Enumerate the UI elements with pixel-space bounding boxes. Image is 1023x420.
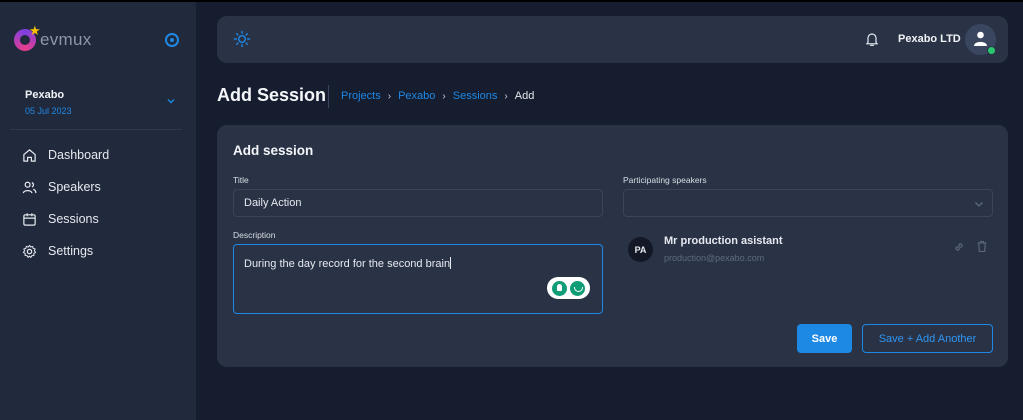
chevron-right-icon: › [387, 90, 392, 102]
sidebar-divider [10, 129, 182, 130]
sidebar-nav: Dashboard Speakers Sessions Settings [22, 145, 109, 273]
breadcrumb: Projects › Pexabo › Sessions › Add [341, 90, 534, 102]
speaker-email: production@pexabo.com [664, 253, 765, 263]
calendar-icon [23, 212, 36, 226]
description-value: During the day record for the second bra… [244, 258, 451, 270]
speaker-name: Mr production asistant [664, 235, 783, 247]
sidebar-item-settings[interactable]: Settings [22, 241, 109, 261]
speakers-select[interactable] [623, 189, 993, 217]
organization-switcher[interactable]: Pexabo 05 Jul 2023 [25, 89, 72, 116]
description-label: Description [233, 230, 276, 240]
trash-icon[interactable] [976, 240, 988, 253]
smile-icon [570, 280, 585, 296]
gear-icon [22, 244, 37, 258]
bell-icon[interactable] [864, 31, 880, 47]
sidebar-toggle-icon[interactable] [165, 33, 179, 47]
organization-date: 05 Jul 2023 [25, 106, 72, 116]
breadcrumb-sessions[interactable]: Sessions [453, 90, 498, 102]
card-title: Add session [233, 143, 314, 158]
logo-text: evmux [40, 30, 92, 49]
chevron-right-icon: › [442, 90, 446, 102]
title-input-value: Daily Action [244, 197, 302, 209]
add-session-card: Add session Title Daily Action Descripti… [217, 125, 1008, 367]
sidebar-item-speakers[interactable]: Speakers [22, 177, 109, 197]
title-label: Title [233, 175, 249, 185]
sidebar-item-label: Sessions [48, 212, 99, 226]
chevron-down-icon[interactable] [166, 96, 176, 109]
top-bar: Pexabo LTD [217, 16, 1008, 63]
breadcrumb-projects[interactable]: Projects [341, 90, 381, 102]
link-icon[interactable] [953, 241, 965, 253]
home-icon [23, 148, 36, 162]
sidebar-item-label: Dashboard [48, 148, 110, 162]
lightbulb-icon [552, 280, 567, 296]
company-name[interactable]: Pexabo LTD [898, 33, 961, 45]
breadcrumb-current: Add [514, 90, 535, 102]
sidebar-item-label: Settings [48, 244, 94, 258]
title-input[interactable]: Daily Action [233, 189, 603, 217]
sidebar-item-sessions[interactable]: Sessions [22, 209, 109, 229]
users-icon [22, 181, 37, 193]
sun-icon[interactable] [233, 30, 251, 48]
speakers-label: Participating speakers [623, 175, 707, 185]
star-icon: ★ [29, 23, 41, 38]
save-button[interactable]: Save [797, 324, 852, 353]
page-title: Add Session [217, 85, 327, 105]
sidebar-item-dashboard[interactable]: Dashboard [22, 145, 109, 165]
breadcrumb-pexabo[interactable]: Pexabo [398, 90, 435, 102]
grammar-assistant-widget[interactable] [547, 277, 590, 299]
sidebar-item-label: Speakers [48, 180, 101, 194]
chevron-down-icon [975, 202, 983, 207]
logo[interactable]: ★ evmux [14, 23, 92, 51]
speaker-avatar: PA [628, 237, 653, 262]
text-caret [450, 257, 452, 269]
description-textarea[interactable]: During the day record for the second bra… [233, 244, 603, 314]
avatar[interactable] [965, 24, 996, 55]
save-add-another-button[interactable]: Save + Add Another [862, 324, 993, 353]
sidebar: ★ evmux Pexabo 05 Jul 2023 Dashboard Spe… [0, 2, 196, 420]
online-status-badge [987, 46, 996, 55]
title-divider [328, 85, 329, 108]
user-icon [974, 31, 987, 46]
chevron-right-icon: › [504, 90, 508, 102]
organization-name: Pexabo [25, 89, 65, 101]
